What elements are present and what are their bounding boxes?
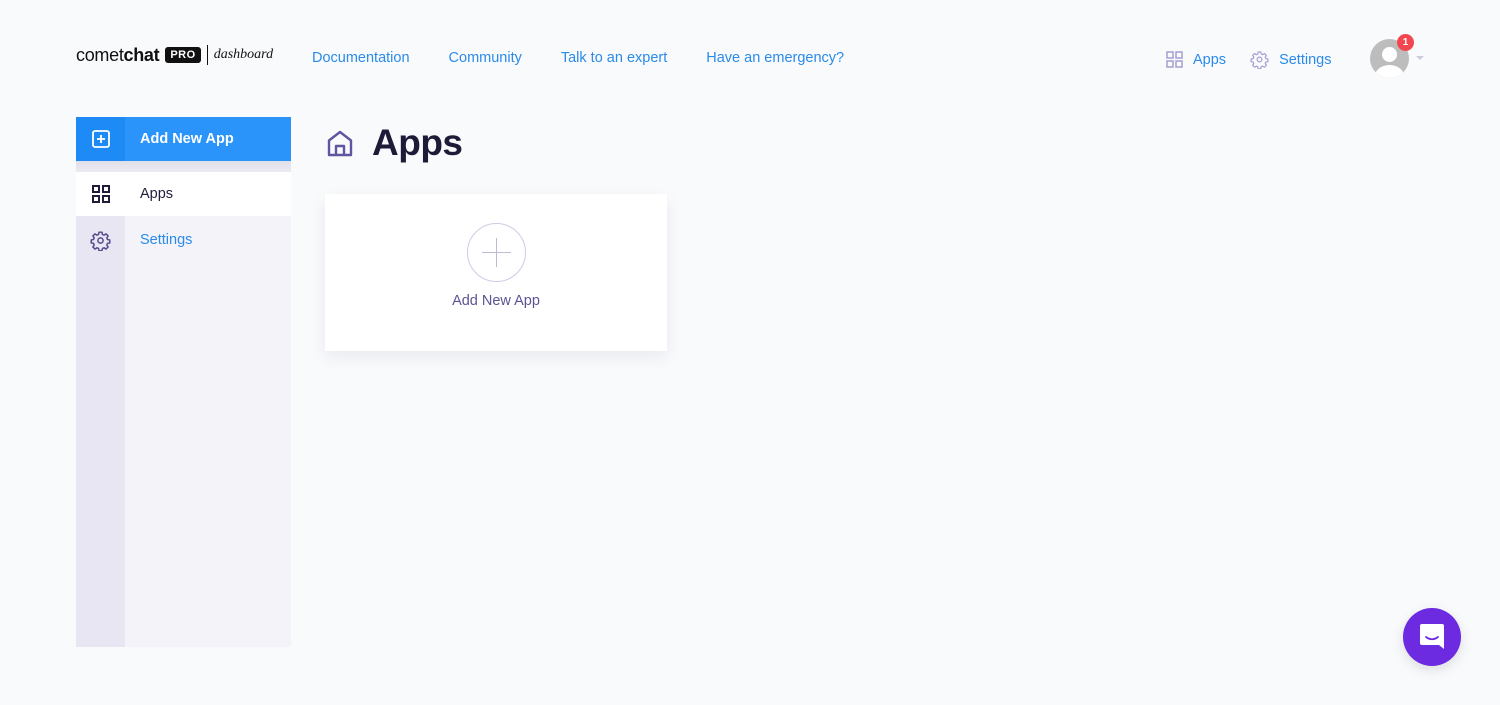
pro-badge: PRO xyxy=(165,47,201,63)
sidebar-item-label: Settings xyxy=(140,232,193,248)
plus-square-icon xyxy=(91,130,110,148)
add-icon-cell xyxy=(76,117,125,161)
page-header: Apps xyxy=(326,122,463,164)
top-nav: Documentation Community Talk to an exper… xyxy=(312,50,844,66)
sidebar: Add New App Apps Settings xyxy=(76,117,291,647)
page-title: Apps xyxy=(372,122,463,163)
nav-link-emergency[interactable]: Have an emergency? xyxy=(706,50,844,66)
sidebar-item-apps[interactable]: Apps xyxy=(76,172,291,216)
gear-icon xyxy=(1250,51,1269,69)
gear-icon xyxy=(90,230,111,251)
nav-link-documentation[interactable]: Documentation xyxy=(312,50,410,66)
sidebar-item-settings[interactable]: Settings xyxy=(76,218,291,262)
add-new-app-label: Add New App xyxy=(140,131,234,147)
header-apps-label: Apps xyxy=(1193,51,1227,68)
sidebar-divider xyxy=(76,161,291,172)
logo-divider xyxy=(206,45,208,65)
chevron-down-icon[interactable] xyxy=(1416,56,1424,60)
avatar-head xyxy=(1382,47,1397,62)
sidebar-apps-icon-cell xyxy=(76,172,125,216)
sidebar-item-label: Apps xyxy=(140,186,174,202)
logo-wordmark-bold: chat xyxy=(123,44,160,65)
add-new-app-card-label: Add New App xyxy=(452,293,540,309)
chat-bubble-icon xyxy=(1420,624,1444,649)
logo-dashboard-text: dashboard xyxy=(213,47,274,62)
header-settings-link[interactable]: Settings xyxy=(1250,50,1331,69)
header-apps-link[interactable]: Apps xyxy=(1166,51,1226,68)
avatar-body xyxy=(1375,65,1404,78)
add-new-app-button[interactable]: Add New App xyxy=(76,117,291,161)
grid-icon xyxy=(1166,51,1183,68)
logo-wordmark-light: comet xyxy=(76,44,124,65)
logo-wordmark: cometchat xyxy=(76,44,160,66)
chat-launcher-button[interactable] xyxy=(1403,608,1461,666)
nav-link-community[interactable]: Community xyxy=(449,50,522,66)
notification-badge: 1 xyxy=(1397,34,1414,51)
sidebar-settings-icon-cell xyxy=(76,218,125,262)
header-right-nav: Apps Settings xyxy=(1166,50,1331,69)
home-icon xyxy=(327,130,353,156)
plus-circle-icon xyxy=(466,223,526,282)
add-new-app-card[interactable]: Add New App xyxy=(325,194,667,351)
header-settings-label: Settings xyxy=(1279,51,1332,68)
brand-logo[interactable]: cometchat PRO dashboard xyxy=(76,44,273,66)
grid-icon xyxy=(91,185,110,203)
nav-link-talk-to-expert[interactable]: Talk to an expert xyxy=(561,50,667,66)
